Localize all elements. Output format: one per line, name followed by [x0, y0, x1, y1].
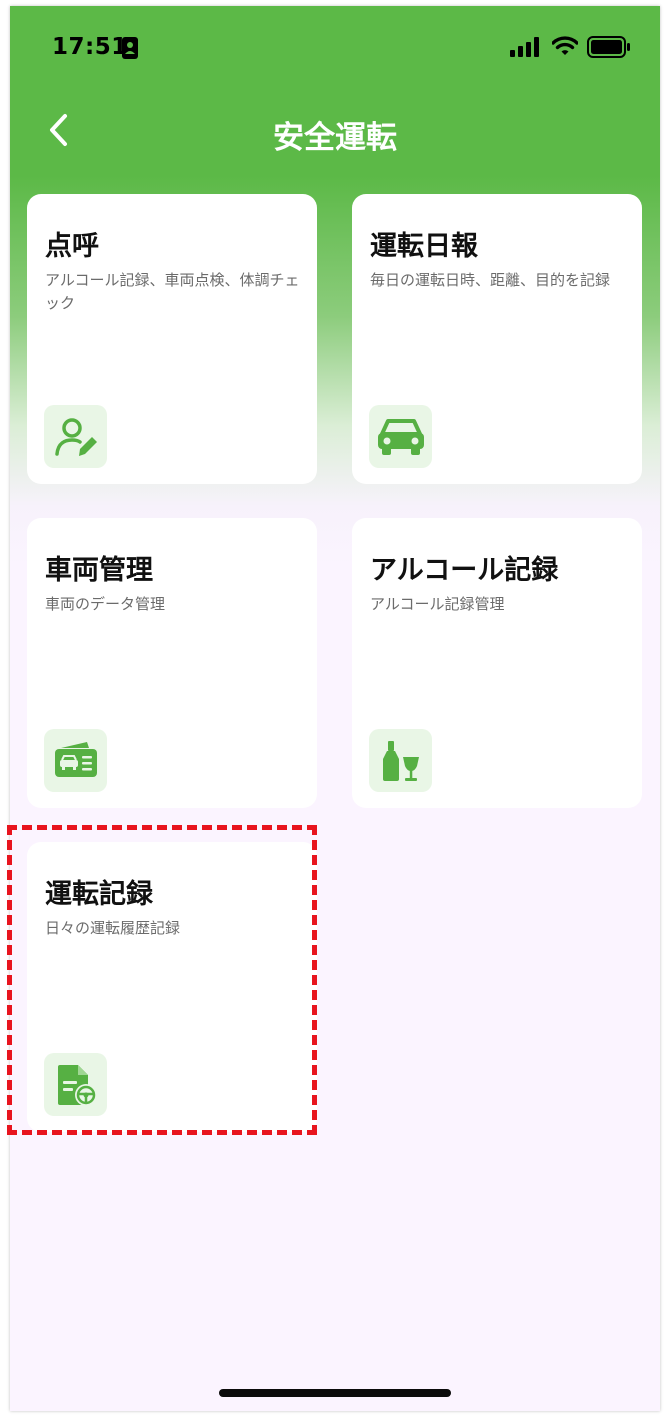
status-time: 17:51 [52, 34, 128, 60]
bottle-glass-icon [382, 740, 419, 781]
card-roll-call[interactable]: 点呼 アルコール記録、車両点検、体調チェック [27, 194, 317, 484]
wifi-icon [552, 36, 578, 55]
card-daily-driving-report[interactable]: 運転日報 毎日の運転日時、距離、目的を記録 [352, 194, 642, 484]
card-alcohol-record[interactable]: アルコール記録 アルコール記録管理 [352, 518, 642, 808]
page-title: 安全運転 [273, 120, 397, 156]
cellular-signal-icon [510, 37, 539, 57]
card-icon-box [369, 405, 432, 468]
card-driving-record[interactable]: 運転記録 日々の運転履歴記録 [27, 842, 317, 1132]
user-edit-icon [54, 417, 97, 456]
document-steering-icon [57, 1064, 97, 1106]
card-icon-box [44, 405, 107, 468]
car-icon [377, 418, 424, 455]
card-description: アルコール記録、車両点検、体調チェック [45, 271, 300, 312]
card-vehicle-management[interactable]: 車両管理 車両のデータ管理 [27, 518, 317, 808]
card-title: 車両管理 [45, 555, 153, 586]
card-title: 運転記録 [45, 879, 153, 910]
battery-icon [587, 36, 630, 58]
card-icon-box [44, 729, 107, 792]
card-icon-box [44, 1053, 107, 1116]
card-title: 点呼 [45, 231, 99, 262]
card-description: 車両のデータ管理 [45, 595, 166, 613]
card-description: アルコール記録管理 [370, 595, 505, 613]
portrait-lock-icon [122, 37, 138, 59]
header-bar: 安全運転 [10, 100, 660, 162]
status-bar: 17:51 [10, 6, 660, 90]
card-title: 運転日報 [370, 231, 478, 262]
card-description: 日々の運転履歴記録 [45, 919, 181, 937]
home-indicator [219, 1389, 451, 1397]
phone-screen: 17:51 安全運転 点呼 アルコール記録、車両点検、体調チェック 運転日報 毎… [10, 6, 660, 1411]
vehicle-card-icon [54, 741, 97, 777]
card-icon-box [369, 729, 432, 792]
card-description: 毎日の運転日時、距離、目的を記録 [370, 271, 611, 289]
card-title: アルコール記録 [370, 555, 559, 586]
